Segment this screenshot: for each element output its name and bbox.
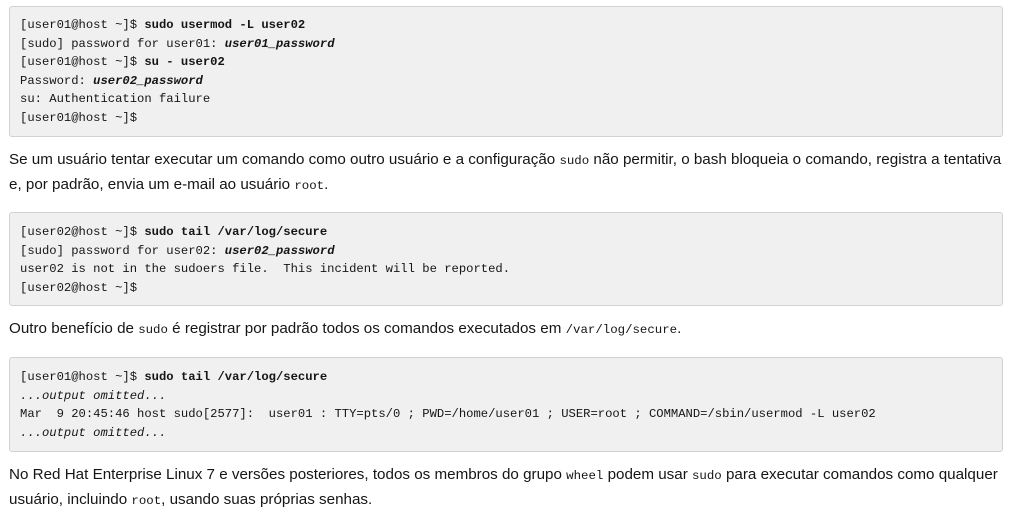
code-line: ...output omitted...: [20, 387, 992, 406]
paragraph-text: .: [677, 320, 682, 337]
user-input: user01_password: [224, 36, 335, 51]
shell-prompt: [user01@host ~]$: [20, 55, 145, 69]
code-line: ...output omitted...: [20, 424, 992, 443]
code-line: [sudo] password for user02: user02_passw…: [20, 242, 992, 261]
code-line: user02 is not in the sudoers file. This …: [20, 260, 992, 279]
output-text: [sudo] password for user01:: [20, 36, 225, 51]
inline-code: root: [131, 494, 162, 508]
shell-command: su - user02: [144, 55, 225, 69]
output-text: su: Authentication failure: [20, 92, 211, 106]
paragraph-text: podem usar: [603, 466, 692, 483]
output-text: Password:: [20, 73, 94, 88]
paragraph-text: Se um usuário tentar executar um comando…: [9, 151, 560, 168]
shell-prompt: [user01@host ~]$: [20, 18, 145, 32]
output-text: [sudo] password for user02:: [20, 243, 225, 258]
code-line: Mar 9 20:45:46 host sudo[2577]: user01 :…: [20, 405, 992, 424]
code-line: su: Authentication failure: [20, 90, 992, 109]
code-block-usermod-su: [user01@host ~]$ sudo usermod -L user02[…: [9, 6, 1003, 137]
shell-prompt: [user02@host ~]$: [20, 225, 145, 239]
code-line: [user02@host ~]$: [20, 279, 992, 298]
shell-command: sudo tail /var/log/secure: [144, 225, 328, 239]
code-line: Password: user02_password: [20, 72, 992, 91]
paragraph-sudo-denied: Se um usuário tentar executar um comando…: [9, 148, 1005, 198]
code-line: [user01@host ~]$ sudo usermod -L user02: [20, 16, 992, 35]
inline-code: /var/log/secure: [565, 323, 678, 337]
paragraph-text: .: [324, 176, 329, 193]
code-line: [sudo] password for user01: user01_passw…: [20, 35, 992, 54]
code-line: [user01@host ~]$ sudo tail /var/log/secu…: [20, 368, 992, 387]
shell-prompt: [user02@host ~]$: [20, 280, 138, 295]
code-block-sudo-tail-denied: [user02@host ~]$ sudo tail /var/log/secu…: [9, 212, 1003, 306]
inline-code: root: [294, 179, 325, 193]
inline-code: wheel: [566, 469, 604, 483]
user-input: user02_password: [224, 243, 335, 258]
inline-code: sudo: [138, 323, 168, 337]
shell-prompt: [user01@host ~]$: [20, 110, 138, 125]
shell-command: sudo usermod -L user02: [144, 18, 306, 32]
inline-code: sudo: [692, 469, 722, 483]
output-omitted: ...output omitted...: [20, 388, 167, 403]
code-line: [user02@host ~]$ sudo tail /var/log/secu…: [20, 223, 992, 242]
paragraph-wheel-group: No Red Hat Enterprise Linux 7 e versões …: [9, 463, 1005, 513]
inline-code: sudo: [559, 154, 590, 168]
output-omitted: ...output omitted...: [20, 425, 167, 440]
shell-prompt: [user01@host ~]$: [20, 370, 145, 384]
user-input: user02_password: [93, 73, 203, 88]
shell-command: sudo tail /var/log/secure: [144, 370, 328, 384]
output-text: Mar 9 20:45:46 host sudo[2577]: user01 :…: [20, 407, 876, 421]
code-line: [user01@host ~]$ su - user02: [20, 53, 992, 72]
document-page: [user01@host ~]$ sudo usermod -L user02[…: [0, 0, 1014, 516]
paragraph-text: , usando suas próprias senhas.: [161, 491, 373, 508]
paragraph-text: Outro benefício de: [9, 320, 139, 337]
paragraph-sudo-logging: Outro benefício de sudo é registrar por …: [9, 317, 1005, 342]
paragraph-text: é registrar por padrão todos os comandos…: [167, 320, 566, 337]
output-text: user02 is not in the sudoers file. This …: [20, 262, 511, 276]
code-line: [user01@host ~]$: [20, 109, 992, 128]
paragraph-text: No Red Hat Enterprise Linux 7 e versões …: [9, 466, 567, 483]
code-block-secure-log: [user01@host ~]$ sudo tail /var/log/secu…: [9, 357, 1003, 452]
